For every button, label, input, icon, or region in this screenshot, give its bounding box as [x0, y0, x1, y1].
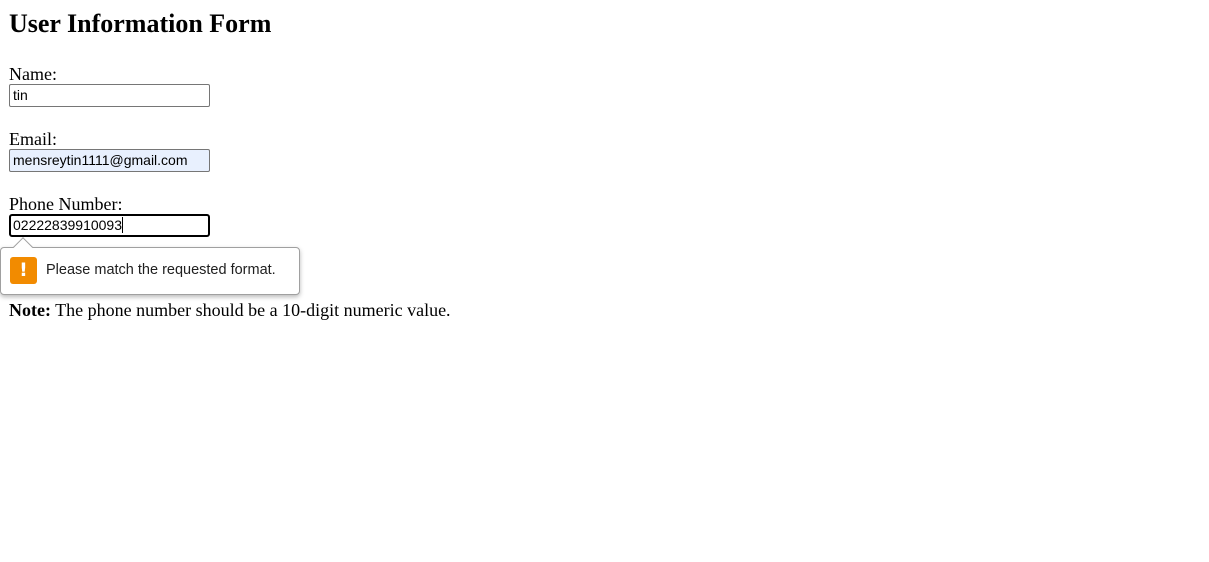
email-input[interactable]: mensreytin1111@gmail.com — [9, 149, 210, 172]
validation-tooltip: ! Please match the requested format. — [0, 237, 300, 295]
page-title: User Information Form — [9, 9, 272, 38]
name-label: Name: — [9, 64, 57, 84]
name-input-value: tin — [13, 87, 28, 103]
warning-icon: ! — [10, 257, 37, 284]
phone-label: Phone Number: — [9, 194, 123, 214]
note-label: Note: — [9, 300, 51, 320]
note-text: The phone number should be a 10-digit nu… — [50, 300, 451, 320]
email-label: Email: — [9, 129, 57, 149]
text-caret — [122, 217, 124, 233]
phone-input-value: 02222839910093 — [13, 217, 123, 233]
phone-note: Note: The phone number should be a 10-di… — [9, 300, 451, 320]
phone-input[interactable]: 02222839910093 — [9, 214, 210, 237]
email-input-value: mensreytin1111@gmail.com — [13, 152, 188, 168]
tooltip-arrow — [13, 237, 33, 257]
name-input[interactable]: tin — [9, 84, 210, 107]
validation-message: Please match the requested format. — [46, 262, 276, 278]
user-info-page: User Information Form Name: tin Email: m… — [0, 0, 1209, 562]
